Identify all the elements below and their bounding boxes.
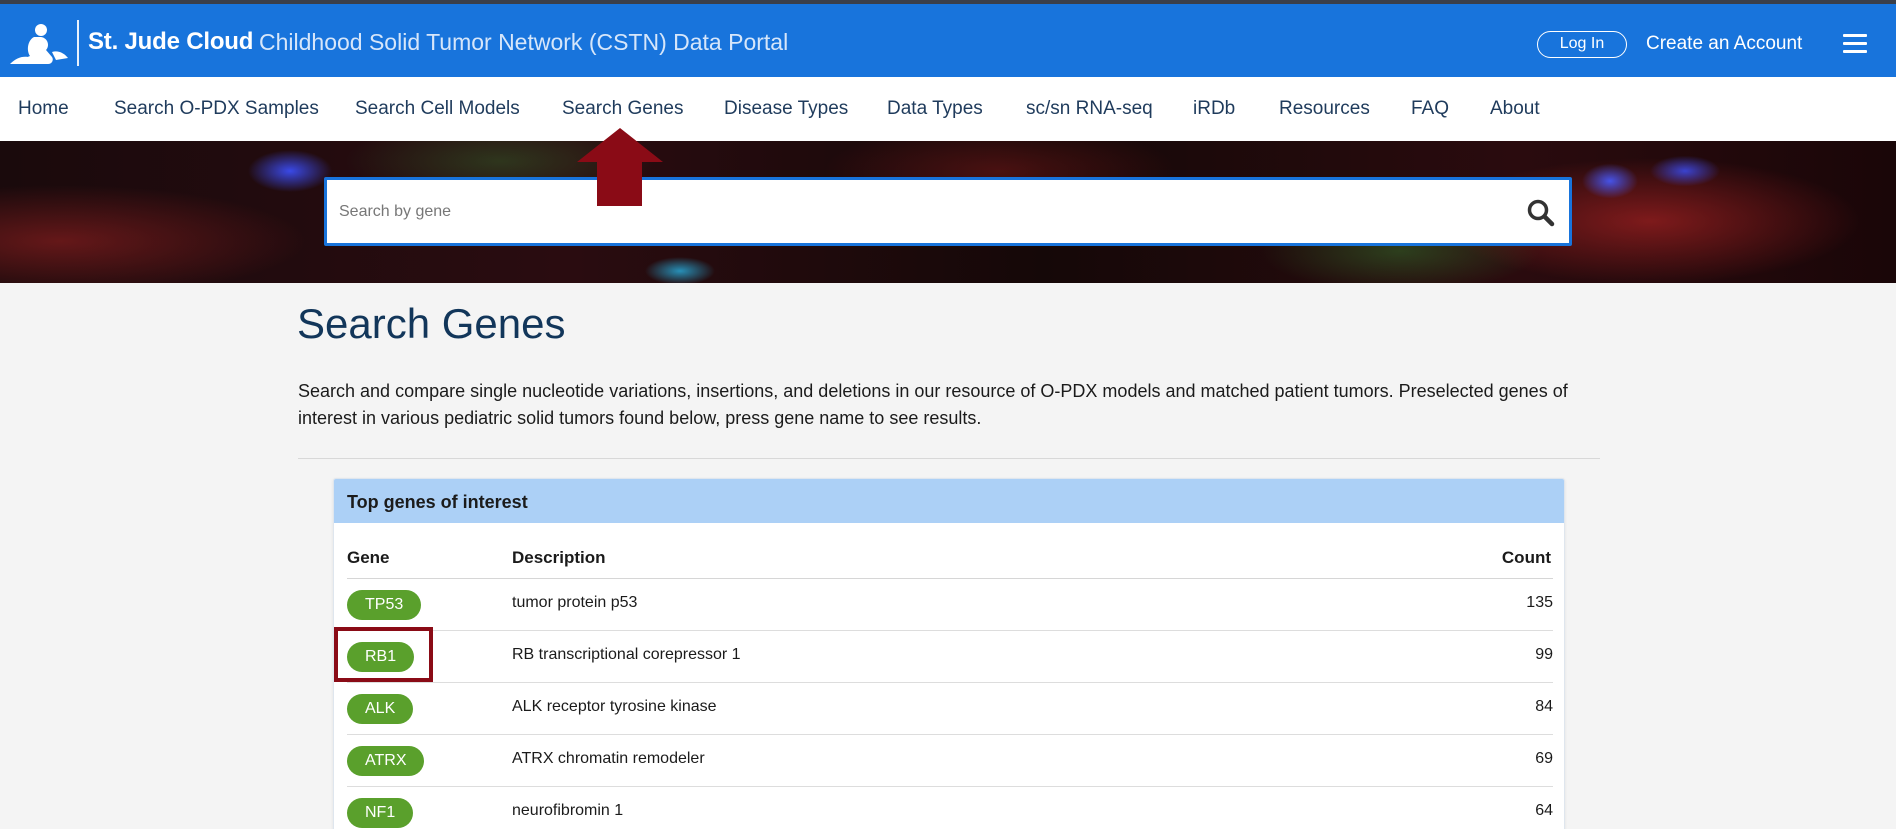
nav-item-resources[interactable]: Resources bbox=[1279, 98, 1370, 120]
page-intro: Search and compare single nucleotide var… bbox=[298, 381, 1568, 428]
column-header-description: Description bbox=[512, 548, 606, 567]
nav-item-sc-sn-rna-seq[interactable]: sc/sn RNA-seq bbox=[1026, 98, 1153, 120]
gene-count: 135 bbox=[1526, 594, 1553, 611]
gene-description: neurofibromin 1 bbox=[512, 802, 624, 819]
annotation-highlight-box bbox=[334, 627, 433, 682]
table-row: RB1 RB transcriptional corepressor 1 99 bbox=[347, 631, 1553, 683]
gene-description: RB transcriptional corepressor 1 bbox=[512, 646, 741, 663]
table-row: ATRX ATRX chromatin remodeler 69 bbox=[347, 735, 1553, 787]
nav-item-search-cell-models[interactable]: Search Cell Models bbox=[355, 98, 520, 120]
top-genes-card: Top genes of interest Gene Description C… bbox=[333, 478, 1565, 829]
st-jude-child-logo-icon[interactable] bbox=[8, 20, 70, 66]
search-icon[interactable] bbox=[1526, 198, 1556, 228]
nav-item-search-opdx-samples[interactable]: Search O-PDX Samples bbox=[114, 98, 319, 120]
top-bar: St. Jude Cloud Childhood Solid Tumor Net… bbox=[0, 0, 1896, 77]
gene-description: ALK receptor tyrosine kinase bbox=[512, 698, 717, 715]
card-header: Top genes of interest bbox=[334, 479, 1564, 523]
portal-title[interactable]: Childhood Solid Tumor Network (CSTN) Dat… bbox=[259, 29, 788, 56]
annotation-arrow-icon bbox=[577, 128, 663, 206]
gene-description: tumor protein p53 bbox=[512, 594, 638, 611]
brand-name[interactable]: St. Jude Cloud bbox=[88, 28, 253, 56]
page-title: Search Genes bbox=[297, 300, 566, 347]
login-button[interactable]: Log In bbox=[1537, 31, 1627, 58]
hamburger-menu-icon[interactable] bbox=[1843, 34, 1867, 54]
gene-search-input[interactable] bbox=[339, 198, 1489, 226]
nav-item-about[interactable]: About bbox=[1490, 98, 1540, 120]
card-title: Top genes of interest bbox=[347, 492, 528, 512]
gene-pill-button[interactable]: ATRX bbox=[347, 746, 425, 776]
gene-pill-button[interactable]: NF1 bbox=[347, 798, 414, 828]
gene-pill-button[interactable]: TP53 bbox=[347, 590, 422, 620]
main-nav: Home Search O-PDX Samples Search Cell Mo… bbox=[0, 77, 1896, 141]
section-divider bbox=[298, 458, 1600, 459]
table-row: ALK ALK receptor tyrosine kinase 84 bbox=[347, 683, 1553, 735]
nav-item-faq[interactable]: FAQ bbox=[1411, 98, 1449, 120]
gene-pill-button[interactable]: ALK bbox=[347, 694, 414, 724]
nav-item-irdb[interactable]: iRDb bbox=[1193, 98, 1235, 120]
gene-search-box[interactable] bbox=[324, 177, 1572, 246]
nav-item-search-genes[interactable]: Search Genes bbox=[562, 98, 683, 120]
gene-count: 99 bbox=[1535, 646, 1553, 663]
gene-count: 69 bbox=[1535, 750, 1553, 767]
gene-description: ATRX chromatin remodeler bbox=[512, 750, 705, 767]
gene-count: 84 bbox=[1535, 698, 1553, 715]
table-row: TP53 tumor protein p53 135 bbox=[347, 579, 1553, 631]
create-account-link[interactable]: Create an Account bbox=[1646, 33, 1802, 55]
column-header-gene: Gene bbox=[347, 548, 390, 567]
column-header-count: Count bbox=[1501, 548, 1551, 567]
nav-item-disease-types[interactable]: Disease Types bbox=[724, 98, 848, 120]
nav-item-data-types[interactable]: Data Types bbox=[887, 98, 983, 120]
table-row: NF1 neurofibromin 1 64 bbox=[347, 787, 1553, 829]
gene-count: 64 bbox=[1535, 802, 1553, 819]
nav-item-home[interactable]: Home bbox=[18, 98, 69, 120]
logo-divider bbox=[77, 20, 79, 66]
